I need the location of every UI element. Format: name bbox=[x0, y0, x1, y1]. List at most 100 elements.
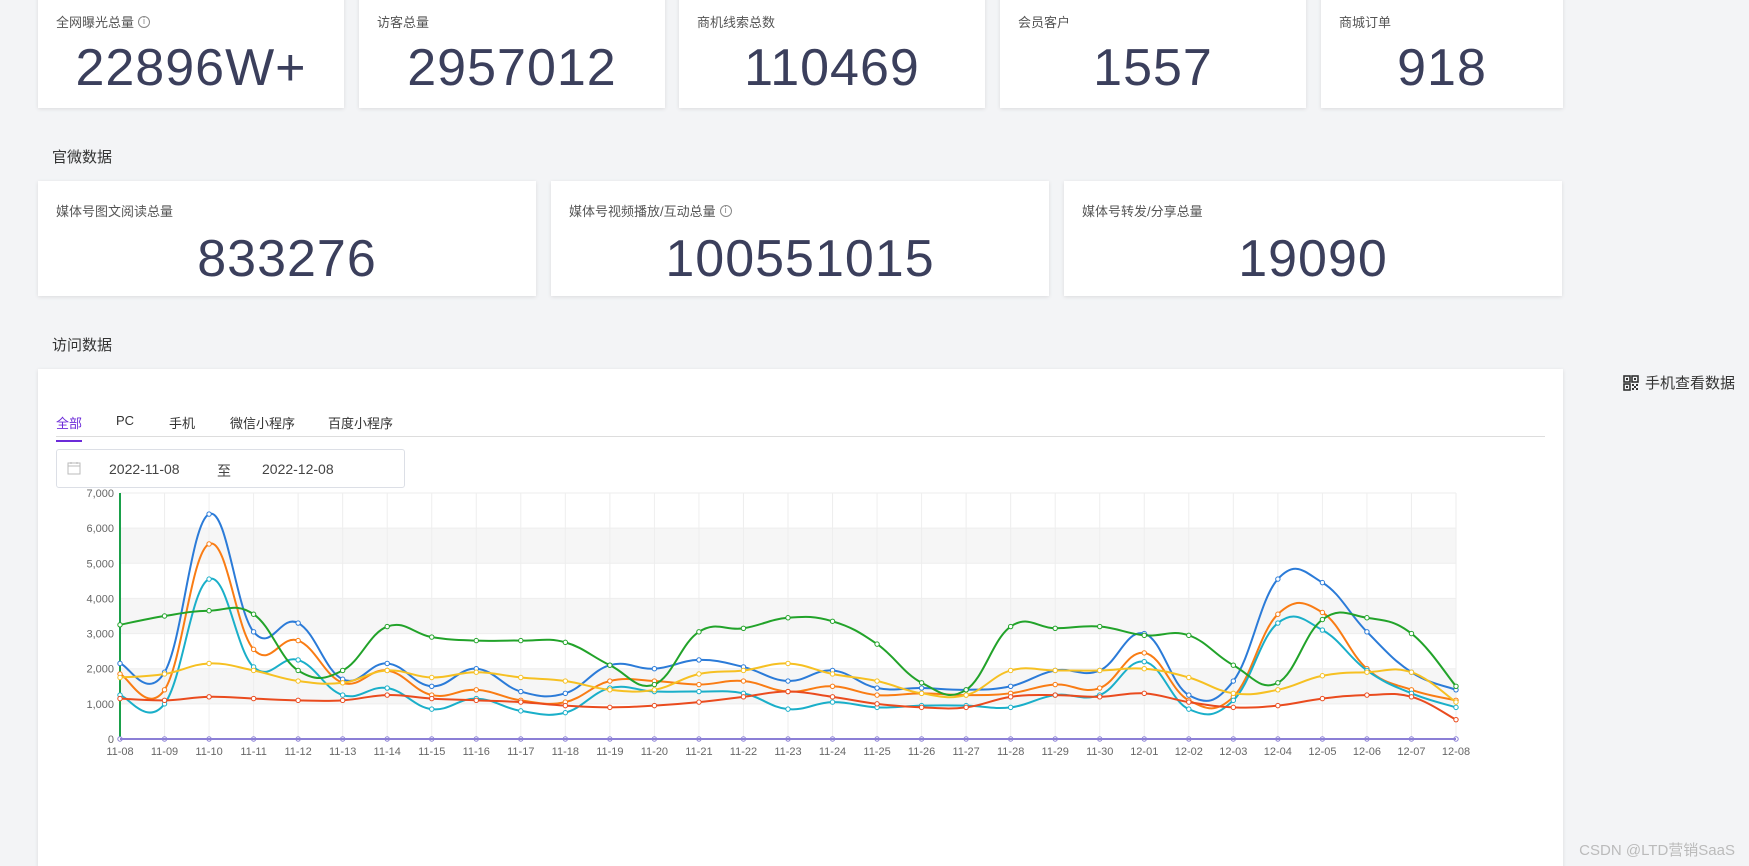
data-point bbox=[1275, 680, 1281, 686]
data-point bbox=[1052, 625, 1058, 631]
x-tick-label: 11-23 bbox=[774, 746, 801, 758]
x-tick-label: 11-12 bbox=[284, 746, 311, 758]
data-point bbox=[785, 678, 791, 684]
data-point bbox=[607, 704, 613, 711]
data-point bbox=[473, 669, 479, 675]
data-point bbox=[562, 709, 569, 716]
data-point bbox=[1364, 629, 1370, 635]
x-tick-label: 12-06 bbox=[1353, 746, 1381, 758]
stat-card-members: 会员客户 1557 bbox=[1000, 0, 1306, 108]
data-point bbox=[1186, 699, 1192, 705]
x-tick-label: 11-16 bbox=[463, 746, 490, 758]
data-point bbox=[1319, 579, 1326, 586]
y-tick-label: 5,000 bbox=[86, 558, 114, 570]
stat-label: 会员客户 bbox=[1018, 15, 1071, 30]
x-tick-label: 12-04 bbox=[1264, 746, 1292, 758]
data-point bbox=[651, 666, 658, 672]
data-point bbox=[1275, 702, 1281, 709]
data-point bbox=[1097, 623, 1103, 630]
stat-card-article-reads: 媒体号图文阅读总量 833276 bbox=[38, 181, 536, 296]
data-point bbox=[1007, 623, 1014, 630]
data-point bbox=[518, 688, 524, 695]
data-point bbox=[1275, 620, 1281, 626]
y-tick-label: 1,000 bbox=[86, 699, 114, 711]
data-point bbox=[874, 685, 880, 691]
stat-label: 媒体号视频播放/互动总量 bbox=[569, 204, 716, 219]
data-point bbox=[1364, 669, 1370, 675]
data-point bbox=[1408, 669, 1415, 675]
data-point bbox=[295, 637, 301, 644]
x-tick-label: 11-25 bbox=[863, 746, 890, 758]
x-tick-label: 11-08 bbox=[106, 746, 133, 758]
data-point bbox=[918, 704, 925, 711]
data-point bbox=[384, 667, 390, 674]
x-tick-label: 12-08 bbox=[1442, 746, 1470, 758]
data-point bbox=[429, 683, 435, 689]
data-point bbox=[1453, 704, 1459, 711]
x-tick-label: 11-21 bbox=[685, 746, 712, 758]
data-point bbox=[562, 639, 569, 646]
x-tick-label: 11-13 bbox=[329, 746, 356, 758]
visit-line-chart: 0 1,000 2,000 3,000 4,000 5,000 6,000 7,000 11-0… bbox=[86, 488, 1470, 758]
data-point bbox=[1408, 694, 1415, 700]
x-tick-label: 11-15 bbox=[418, 746, 445, 758]
x-tick-label: 11-18 bbox=[552, 746, 579, 758]
data-point bbox=[429, 695, 435, 702]
data-point bbox=[1453, 699, 1459, 705]
data-point bbox=[696, 699, 702, 705]
x-tick-label: 11-24 bbox=[819, 746, 846, 758]
data-point bbox=[1141, 666, 1147, 672]
data-point bbox=[1364, 615, 1370, 621]
y-tick-label: 0 bbox=[108, 734, 114, 746]
stat-value: 22896W+ bbox=[75, 39, 307, 97]
x-tick-label: 12-05 bbox=[1308, 746, 1336, 758]
data-point bbox=[1275, 576, 1281, 582]
data-point bbox=[829, 618, 836, 624]
data-point bbox=[1319, 616, 1326, 623]
info-icon[interactable]: i bbox=[719, 204, 732, 217]
data-point bbox=[918, 685, 925, 691]
qr-code-icon bbox=[1623, 374, 1639, 391]
data-point bbox=[1230, 678, 1237, 684]
data-point bbox=[384, 660, 390, 667]
data-point bbox=[161, 687, 168, 693]
stat-card-visitors: 访客总量 2957012 bbox=[359, 0, 665, 108]
data-point bbox=[429, 706, 435, 712]
data-point bbox=[785, 615, 791, 621]
y-tick-label: 3,000 bbox=[86, 629, 114, 641]
data-point bbox=[1408, 630, 1415, 637]
data-point bbox=[696, 688, 702, 695]
x-tick-label: 12-07 bbox=[1397, 746, 1425, 758]
x-tick-label: 11-11 bbox=[240, 746, 267, 758]
x-tick-label: 11-29 bbox=[1042, 746, 1069, 758]
data-point bbox=[696, 681, 702, 688]
data-point bbox=[696, 657, 702, 663]
data-point bbox=[651, 702, 658, 709]
data-point bbox=[1275, 687, 1281, 693]
data-point bbox=[740, 667, 747, 674]
data-point bbox=[250, 611, 257, 617]
y-tick-label: 4,000 bbox=[86, 593, 114, 605]
data-point bbox=[1186, 674, 1192, 681]
mobile-view-link[interactable]: 手机查看数据 bbox=[1623, 372, 1735, 393]
stat-value: 918 bbox=[1397, 39, 1487, 97]
data-point bbox=[1319, 627, 1326, 633]
data-point bbox=[1319, 673, 1326, 679]
stat-value: 100551015 bbox=[665, 230, 935, 288]
data-point bbox=[740, 678, 747, 684]
stat-label: 访客总量 bbox=[377, 15, 430, 30]
stat-value: 19090 bbox=[1238, 230, 1388, 288]
data-point bbox=[339, 697, 346, 704]
data-point bbox=[384, 623, 390, 630]
info-icon[interactable]: i bbox=[138, 15, 151, 28]
data-point bbox=[1097, 694, 1103, 700]
data-point bbox=[295, 678, 301, 684]
data-point bbox=[518, 674, 524, 681]
y-tick-label: 7,000 bbox=[86, 488, 114, 500]
data-point bbox=[295, 620, 301, 626]
data-point bbox=[1230, 662, 1237, 668]
data-point bbox=[117, 622, 123, 628]
data-point bbox=[518, 708, 524, 714]
data-point bbox=[829, 694, 836, 700]
data-point bbox=[1275, 611, 1281, 617]
